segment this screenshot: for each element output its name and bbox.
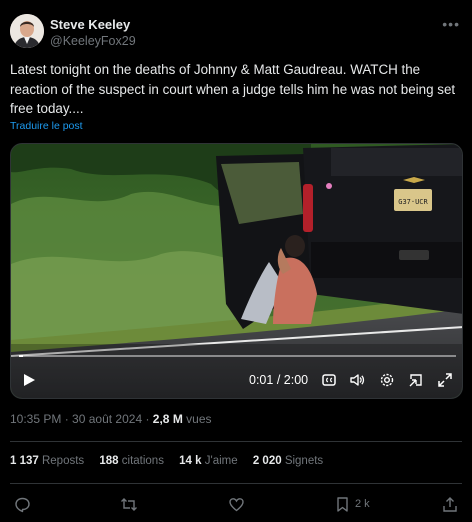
bookmark-icon bbox=[337, 496, 348, 512]
author-name[interactable]: Steve Keeley bbox=[50, 17, 130, 32]
divider bbox=[10, 441, 462, 442]
repost-icon[interactable] bbox=[120, 494, 138, 514]
video-player[interactable]: G37·UCR 0:01 / 2:00 bbox=[10, 143, 463, 399]
video-time-separator: / bbox=[276, 373, 281, 387]
stat-likes[interactable]: 14 k J'aime bbox=[179, 455, 237, 467]
bookmark-count: 2 k bbox=[355, 498, 370, 510]
license-plate: G37·UCR bbox=[398, 198, 428, 206]
bookmark-button[interactable]: 2 k bbox=[335, 494, 370, 514]
captions-icon[interactable] bbox=[321, 372, 337, 388]
video-frame: G37·UCR bbox=[11, 144, 462, 398]
video-current-time: 0:01 bbox=[249, 373, 274, 387]
reply-icon[interactable] bbox=[14, 494, 31, 514]
tweet-time[interactable]: 10:35 PM bbox=[10, 412, 61, 426]
engagement-stats: 1 137 Reposts 188 citations 14 k J'aime … bbox=[10, 455, 335, 467]
tweet-date[interactable]: 30 août 2024 bbox=[72, 412, 142, 426]
stat-quotes[interactable]: 188 citations bbox=[99, 455, 164, 467]
stat-bookmarks[interactable]: 2 020 Signets bbox=[253, 455, 323, 467]
stat-reposts[interactable]: 1 137 Reposts bbox=[10, 455, 84, 467]
views-count: 2,8 M bbox=[152, 412, 183, 426]
views-label: vues bbox=[186, 412, 212, 426]
video-duration: 2:00 bbox=[283, 373, 309, 387]
video-time: 0:01 / 2:00 bbox=[249, 373, 308, 387]
settings-gear-icon[interactable] bbox=[379, 372, 395, 388]
avatar[interactable] bbox=[10, 14, 44, 48]
tweet-header: Steve Keeley @KeeleyFox29 ••• bbox=[10, 14, 462, 50]
divider bbox=[10, 483, 462, 484]
like-icon[interactable] bbox=[228, 494, 245, 514]
picture-in-picture-icon[interactable] bbox=[408, 372, 424, 388]
author-handle[interactable]: @KeeleyFox29 bbox=[50, 34, 136, 48]
video-progress-bar[interactable] bbox=[19, 355, 456, 357]
share-icon[interactable] bbox=[442, 494, 458, 514]
more-horizontal-icon[interactable]: ••• bbox=[442, 16, 460, 32]
fullscreen-icon[interactable] bbox=[437, 372, 453, 388]
tweet-text: Latest tonight on the deaths of Johnny &… bbox=[10, 62, 456, 116]
action-bar: 2 k bbox=[10, 492, 462, 516]
video-progress-fill bbox=[19, 355, 24, 357]
translate-link[interactable]: Traduire le post bbox=[10, 120, 83, 132]
volume-icon[interactable] bbox=[349, 372, 365, 388]
tweet-meta: 10:35 PM · 30 août 2024 · 2,8 M vues bbox=[10, 412, 212, 426]
play-icon[interactable] bbox=[21, 372, 37, 388]
